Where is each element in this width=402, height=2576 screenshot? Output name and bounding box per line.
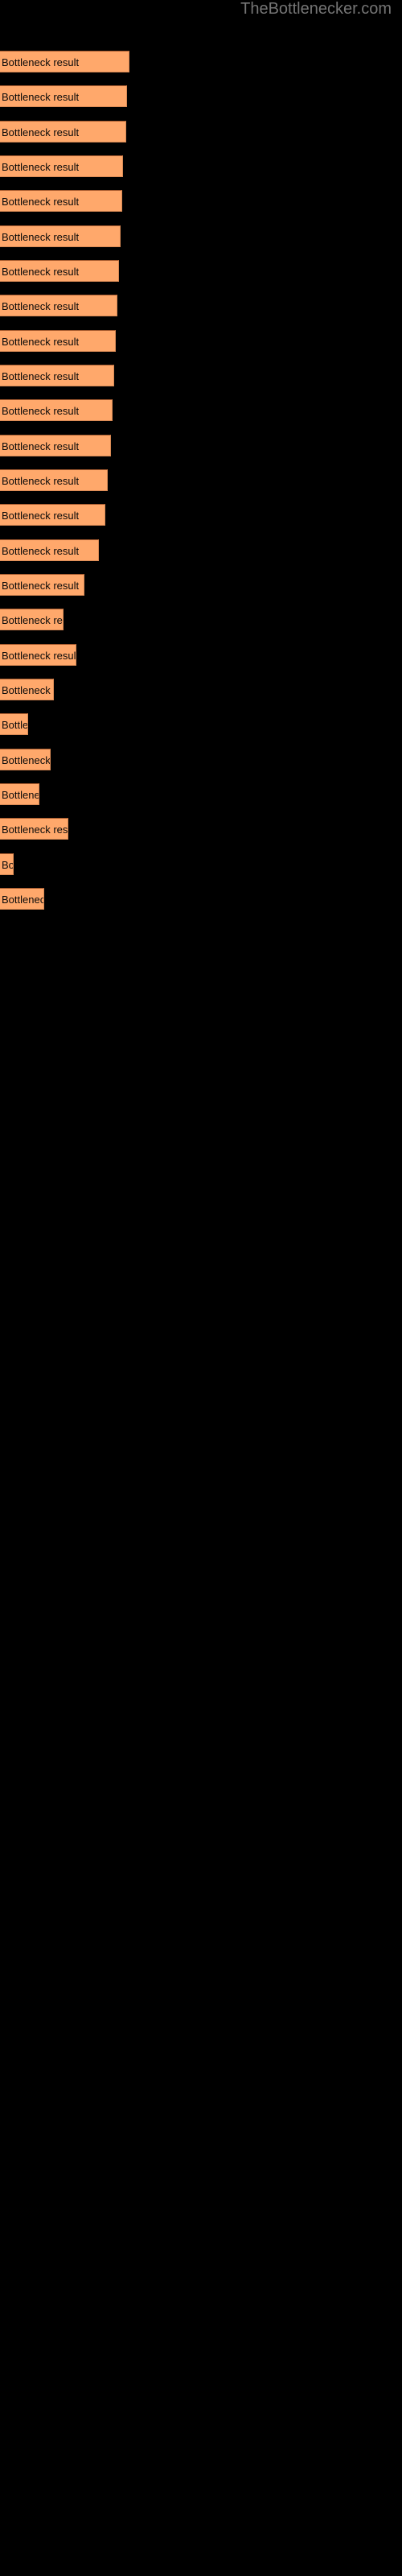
bar: Bottleneck result (0, 609, 64, 630)
bar: Bottleneck result (0, 713, 28, 735)
bar-label: Bottleneck result (2, 266, 80, 278)
bottleneck-bar-chart: Bottleneck result Bottleneck result Bottle… (0, 0, 402, 2576)
bar-label: Bottleneck result (2, 440, 80, 452)
bar: Bottleneck result (0, 853, 14, 875)
bar: Bottleneck result (0, 121, 126, 142)
bar-label: Bottleneck result (2, 650, 76, 662)
bar-label: Bottleneck result (2, 545, 80, 557)
bar: Bottleneck result (0, 888, 44, 910)
bar-label: Bottleneck result (2, 789, 39, 801)
bar-label: Bottleneck result (2, 300, 80, 312)
bar: Bottleneck result (0, 783, 39, 805)
bar-label: Bottleneck result (2, 684, 53, 696)
bar: Bottleneck result (0, 260, 119, 282)
bar-label: Bottleneck result (2, 91, 80, 103)
bar-label: Bottleneck result (2, 824, 68, 836)
bar: Bottleneck result (0, 85, 127, 107)
bar-label: Bottleneck result (2, 754, 51, 766)
bar: Bottleneck result (0, 51, 129, 72)
bar-label: Bottleneck result (2, 56, 80, 68)
bar-label: Bottleneck result (2, 510, 80, 522)
bar-label: Bottleneck result (2, 719, 28, 731)
bar: Bottleneck result (0, 330, 116, 352)
bar: Bottleneck result (0, 155, 123, 177)
bar-label: Bottleneck result (2, 370, 80, 382)
bar: Bottleneck result (0, 539, 99, 561)
bar: Bottleneck result (0, 190, 122, 212)
bar: Bottleneck result (0, 225, 121, 247)
bar: Bottleneck result (0, 644, 76, 666)
bar-label: Bottleneck result (2, 161, 80, 173)
bar-label: Bottleneck result (2, 126, 80, 138)
bar: Bottleneck result (0, 679, 54, 700)
bar: Bottleneck result (0, 574, 84, 596)
bar-label: Bottleneck result (2, 894, 43, 906)
bar-label: Bottleneck result (2, 336, 80, 348)
bar-label: Bottleneck result (2, 231, 80, 243)
bar: Bottleneck result (0, 435, 111, 456)
bar: Bottleneck result (0, 295, 117, 316)
bar-label: Bottleneck result (2, 405, 80, 417)
bar: Bottleneck result (0, 818, 68, 840)
bar: Bottleneck result (0, 365, 114, 386)
bar: Bottleneck result (0, 399, 113, 421)
bar-label: Bottleneck result (2, 475, 80, 487)
bar: Bottleneck result (0, 504, 105, 526)
bar-label: Bottleneck result (2, 614, 63, 626)
bar-label: Bottleneck result (2, 580, 80, 592)
bar-label: Bottleneck result (2, 859, 14, 871)
bar-label: Bottleneck result (2, 196, 80, 208)
bar: Bottleneck result (0, 469, 108, 491)
bar: Bottleneck result (0, 749, 51, 770)
